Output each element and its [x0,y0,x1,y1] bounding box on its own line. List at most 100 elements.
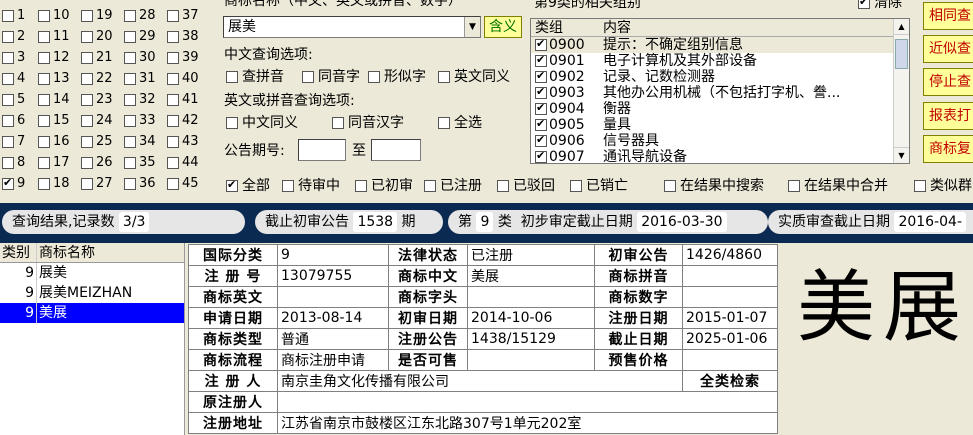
class-checkbox-28[interactable]: 28 [124,6,156,26]
class-checkbox-29[interactable]: 29 [124,27,156,47]
meaning-button[interactable]: 含义 [484,16,522,38]
class-checkbox-36[interactable]: 36 [124,174,156,194]
detail-label: 商标字头 [388,286,468,308]
class-checkbox-45[interactable]: 45 [167,174,199,194]
group-row-0900[interactable]: 0900提示：不确定组别信息 [531,37,909,53]
group-row-0905[interactable]: 0905量具 [531,117,909,133]
class-checkbox-33[interactable]: 33 [124,111,156,131]
class-checkbox-6[interactable]: 6 [2,111,25,131]
cn-option-pinyin[interactable]: 查拼音 [226,68,284,86]
class-checkbox-3[interactable]: 3 [2,48,25,68]
result-list-header: 类别 商标名称 [0,243,184,263]
filter-rejected[interactable]: 已驳回 [497,177,555,195]
group-row-0907[interactable]: 0907通讯导航设备 [531,149,909,163]
cn-option-english[interactable]: 英文同义 [438,68,510,86]
class-checkbox-20[interactable]: 20 [81,27,113,47]
stop-search-button[interactable]: 停止查 [923,68,973,96]
groups-title: 第9类的相关组别 [534,0,641,11]
class-checkbox-32[interactable]: 32 [124,90,156,110]
class-checkbox-39[interactable]: 39 [167,48,199,68]
class-checkbox-10[interactable]: 10 [38,6,70,26]
similar-search-button[interactable]: 近似查 [923,35,973,63]
intl-class-value: 9 [277,244,389,266]
class-checkbox-14[interactable]: 14 [38,90,70,110]
class-checkbox-19[interactable]: 19 [81,6,113,26]
class-checkbox-44[interactable]: 44 [167,153,199,173]
class-checkbox-17[interactable]: 17 [38,153,70,173]
class-checkbox-34[interactable]: 34 [124,132,156,152]
class-checkbox-41[interactable]: 41 [167,90,199,110]
en-option-chinese[interactable]: 中文同义 [226,114,298,132]
class-checkbox-2[interactable]: 2 [2,27,25,47]
filter-registered[interactable]: 已注册 [424,177,482,195]
group-row-0901[interactable]: 0901电子计算机及其外部设备 [531,53,909,69]
class-checkbox-40[interactable]: 40 [167,69,199,89]
class-checkbox-31[interactable]: 31 [124,69,156,89]
all-class-search-link[interactable]: 全类检索 [682,370,778,392]
class-checkbox-37[interactable]: 37 [167,6,199,26]
list-item[interactable]: 9 展美 [0,263,184,283]
group-row-0903[interactable]: 0903其他办公用机械（不包括打字机、誊... [531,85,909,101]
class-checkbox-26[interactable]: 26 [81,153,113,173]
detail-label: 截止日期 [594,328,683,350]
issue-from-input[interactable] [298,139,346,161]
group-list-scrollbar[interactable]: ▲ ▼ [893,19,909,163]
trademark-review-button[interactable]: 商标复 [923,135,973,163]
cn-option-homophone[interactable]: 同音字 [302,68,360,86]
group-row-0906[interactable]: 0906信号器具 [531,133,909,149]
cn-option-shape[interactable]: 形似字 [368,68,426,86]
class-checkbox-42[interactable]: 42 [167,111,199,131]
digit-value [682,286,778,308]
scroll-thumb[interactable] [895,39,908,69]
group-list[interactable]: 类组 内容 0900提示：不确定组别信息0901电子计算机及其外部设备0902记… [530,18,910,164]
class-checkbox-30[interactable]: 30 [124,48,156,68]
result-list[interactable]: 类别 商标名称 9 展美 9 展美MEIZHAN 9 美展 [0,243,185,435]
filter-pending[interactable]: 待审中 [282,177,340,195]
class-checkbox-25[interactable]: 25 [81,132,113,152]
class-checkbox-22[interactable]: 22 [81,69,113,89]
trademark-name-input[interactable]: 展美 ▼ [223,16,481,38]
class-checkbox-16[interactable]: 16 [38,132,70,152]
class-checkbox-18[interactable]: 18 [38,174,70,194]
class-checkbox-21[interactable]: 21 [81,48,113,68]
detail-label: 申请日期 [188,307,278,329]
class-checkbox-5[interactable]: 5 [2,90,25,110]
class-checkbox-9[interactable]: 9 [2,174,25,194]
class-checkbox-13[interactable]: 13 [38,69,70,89]
en-options-label: 英文或拼音查询选项: [224,93,355,109]
class-checkbox-27[interactable]: 27 [81,174,113,194]
filter-cancelled[interactable]: 已销亡 [570,177,628,195]
class-checkbox-1[interactable]: 1 [2,6,25,26]
class-checkbox-7[interactable]: 7 [2,132,25,152]
filter-merge-in-results[interactable]: 在结果中合并 [788,177,888,195]
group-list-header: 类组 内容 [531,19,909,37]
filter-search-in-results[interactable]: 在结果中搜索 [664,177,764,195]
class-checkbox-24[interactable]: 24 [81,111,113,131]
scroll-up-icon[interactable]: ▲ [894,19,909,35]
clear-checkbox[interactable]: 清除 [858,0,902,12]
class-checkbox-12[interactable]: 12 [38,48,70,68]
class-checkbox-35[interactable]: 35 [124,153,156,173]
list-item[interactable]: 9 展美MEIZHAN [0,283,184,303]
issue-to-input[interactable] [371,139,421,161]
filter-similar-group[interactable]: 类似群 [914,177,972,195]
group-row-0904[interactable]: 0904衡器 [531,101,909,117]
en-option-select-all[interactable]: 全选 [438,114,482,132]
class-checkbox-8[interactable]: 8 [2,153,25,173]
report-print-button[interactable]: 报表打 [923,102,973,130]
class-checkbox-11[interactable]: 11 [38,27,70,47]
filter-preliminary[interactable]: 已初审 [355,177,413,195]
filter-all[interactable]: 全部 [226,177,270,195]
list-item[interactable]: 9 美展 [0,303,184,323]
identical-search-button[interactable]: 相同查 [923,2,973,30]
class-checkbox-4[interactable]: 4 [2,69,25,89]
group-row-0902[interactable]: 0902记录、记数检测器 [531,69,909,85]
class-checkbox-23[interactable]: 23 [81,90,113,110]
class-checkbox-15[interactable]: 15 [38,111,70,131]
detail-label: 注 册 号 [188,265,278,287]
dropdown-arrow-icon[interactable]: ▼ [464,17,480,37]
class-checkbox-38[interactable]: 38 [167,27,199,47]
scroll-down-icon[interactable]: ▼ [894,147,909,163]
en-option-homophone[interactable]: 同音汉字 [332,114,404,132]
class-checkbox-43[interactable]: 43 [167,132,199,152]
